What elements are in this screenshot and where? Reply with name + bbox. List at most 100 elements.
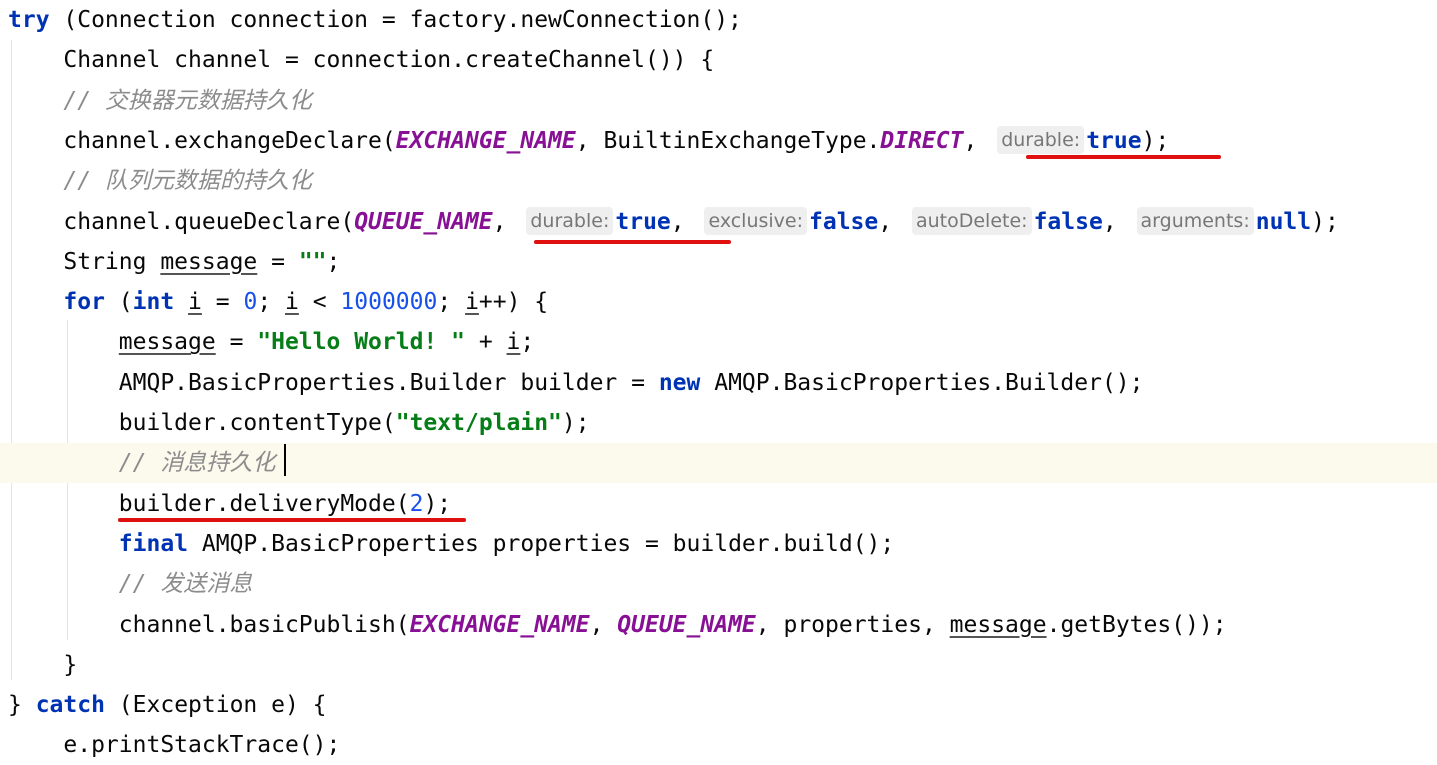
code-line[interactable]: final AMQP.BasicProperties properties = …	[0, 524, 1437, 564]
code-token: );	[1141, 127, 1170, 154]
code-token: , BuiltinExchangeType.	[575, 127, 881, 154]
code-token: builder.contentType(	[8, 410, 396, 436]
code-line[interactable]: AMQP.BasicProperties.Builder builder = n…	[0, 363, 1437, 403]
code-token: "text/plain"	[395, 410, 562, 436]
code-token: channel.queueDeclare(	[8, 208, 355, 235]
code-line[interactable]: channel.exchangeDeclare(EXCHANGE_NAME, B…	[0, 121, 1437, 161]
code-token: message	[160, 248, 258, 275]
code-token: catch	[35, 692, 105, 719]
code-token: =	[201, 289, 244, 316]
code-token: QUEUE_NAME	[354, 208, 493, 235]
code-line[interactable]: // 消息持久化	[0, 443, 1437, 484]
parameter-hint: durable:	[526, 206, 614, 235]
code-line[interactable]: } catch (Exception e) {	[0, 685, 1437, 725]
code-token: ,	[1102, 208, 1131, 235]
code-token: builder.deliveryMode(	[8, 490, 410, 517]
code-token: );	[561, 410, 590, 436]
code-token: ,	[963, 127, 992, 154]
code-token: message	[118, 329, 216, 356]
code-token: (Exception e) {	[104, 692, 327, 719]
code-token: for	[63, 289, 105, 316]
code-token: <	[298, 289, 341, 316]
code-token: // 交换器元数据持久化	[8, 87, 312, 114]
highlight-underline-exchange-durable	[1026, 155, 1221, 159]
parameter-hint: exclusive:	[704, 206, 808, 235]
code-line[interactable]: // 队列元数据的持久化	[0, 161, 1437, 201]
code-line[interactable]: Channel channel = connection.createChann…	[0, 40, 1437, 80]
code-token: Channel channel = connection.createChann…	[8, 47, 715, 74]
code-line[interactable]: // 交换器元数据持久化	[0, 81, 1437, 121]
code-line[interactable]: e.printStackTrace();	[0, 725, 1437, 765]
code-token: new	[658, 369, 701, 396]
code-token: ""	[298, 248, 327, 275]
code-token: 2	[409, 490, 424, 517]
code-token: i	[506, 329, 521, 356]
code-token: =	[215, 329, 258, 356]
code-token: AMQP.BasicProperties.Builder builder =	[8, 369, 659, 396]
code-line[interactable]: for (int i = 0; i < 1000000; i++) {	[0, 282, 1437, 322]
code-line[interactable]: // 发送消息	[0, 564, 1437, 604]
code-token: +	[464, 329, 507, 356]
code-token: AMQP.BasicProperties.Builder();	[700, 369, 1144, 396]
code-token: ,	[492, 208, 521, 235]
parameter-hint: autoDelete:	[911, 206, 1032, 235]
code-token: channel.exchangeDeclare(	[8, 127, 396, 154]
code-line[interactable]: try (Connection connection = factory.new…	[0, 0, 1437, 40]
code-token: DIRECT	[880, 127, 964, 154]
code-token: AMQP.BasicProperties properties = builde…	[188, 530, 895, 557]
code-token: // 消息持久化	[8, 450, 276, 477]
code-token: 1000000	[340, 289, 438, 316]
code-editor[interactable]: try (Connection connection = factory.new…	[0, 0, 1437, 758]
code-token: i	[188, 289, 202, 316]
code-token: e.printStackTrace();	[8, 732, 341, 759]
code-token: ,	[878, 208, 906, 235]
code-token: =	[257, 248, 299, 275]
highlight-underline-delivery-mode	[118, 518, 466, 522]
code-token: ;	[520, 329, 535, 356]
code-line[interactable]: channel.basicPublish(EXCHANGE_NAME, QUEU…	[0, 605, 1437, 645]
code-token: ,	[589, 611, 618, 638]
code-token: false	[809, 208, 879, 235]
code-token: final	[118, 530, 189, 557]
code-line[interactable]: builder.contentType("text/plain");	[0, 403, 1437, 443]
code-token: QUEUE_NAME	[617, 611, 756, 638]
code-token: .getBytes());	[1046, 611, 1227, 638]
code-token: // 发送消息	[8, 571, 253, 598]
code-token: EXCHANGE_NAME	[395, 127, 576, 154]
code-token: );	[1311, 208, 1339, 235]
code-token: );	[423, 490, 452, 517]
code-token: ,	[670, 208, 699, 235]
code-token: ;	[437, 289, 466, 316]
code-token: ++) {	[478, 289, 549, 316]
code-line[interactable]: }	[0, 645, 1437, 685]
highlight-underline-queue-durable	[534, 240, 731, 244]
code-token: EXCHANGE_NAME	[409, 611, 590, 638]
code-token: int	[132, 289, 175, 316]
code-line[interactable]: String message = "";	[0, 242, 1437, 282]
code-line[interactable]: channel.queueDeclare(QUEUE_NAME, durable…	[0, 202, 1437, 242]
code-token: 0	[243, 289, 258, 316]
code-token: i	[285, 289, 299, 316]
code-token: true	[1086, 127, 1142, 154]
code-token: "Hello World! "	[257, 329, 465, 356]
code-token: }	[8, 651, 78, 678]
code-token: false	[1033, 208, 1103, 235]
code-token: (	[104, 289, 133, 316]
code-token: i	[465, 289, 479, 316]
code-token: true	[615, 208, 671, 235]
code-token: null	[1255, 208, 1312, 235]
code-token: // 队列元数据的持久化	[8, 168, 312, 195]
code-line[interactable]: message = "Hello World! " + i;	[0, 322, 1437, 362]
code-token: message	[949, 611, 1047, 638]
text-cursor	[284, 444, 286, 476]
code-token: channel.basicPublish(	[8, 611, 410, 638]
parameter-hint: durable:	[997, 125, 1085, 154]
code-token: ;	[257, 289, 286, 316]
code-token: try	[8, 7, 50, 33]
code-token: }	[8, 692, 36, 719]
code-token: , properties,	[755, 611, 950, 638]
